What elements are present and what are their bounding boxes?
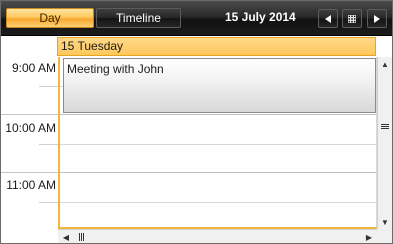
scroll-left-icon[interactable]: ◀ <box>60 230 72 243</box>
scroll-down-icon[interactable]: ▼ <box>378 215 392 229</box>
current-date-label: 15 July 2014 <box>225 10 296 24</box>
day-header[interactable]: 15 Tuesday <box>57 37 376 56</box>
slot-line <box>60 202 376 203</box>
vertical-scroll-thumb[interactable] <box>380 123 390 133</box>
calendar-grid-icon <box>348 14 356 23</box>
scheduler-view: Day Timeline 15 July 2014 15 Tuesday 9:0… <box>0 0 393 244</box>
scrollbar-corner <box>377 229 392 243</box>
calendar-button[interactable] <box>342 9 362 28</box>
horizontal-scroll-thumb[interactable] <box>75 232 87 242</box>
scheduler-toolbar: Day Timeline 15 July 2014 <box>1 1 392 36</box>
triangle-left-icon <box>325 14 331 23</box>
next-button[interactable] <box>367 9 387 28</box>
time-label-9am: 9:00 AM <box>11 61 56 75</box>
day-slots-area[interactable]: Meeting with John <box>58 57 377 229</box>
header-gutter <box>1 36 58 57</box>
appointment-subject: Meeting with John <box>67 62 164 76</box>
time-ruler: 9:00 AM 10:00 AM 11:00 AM <box>1 57 58 229</box>
scroll-up-icon[interactable]: ▲ <box>378 57 392 71</box>
bottom-gutter <box>1 229 58 243</box>
timeline-view-button[interactable]: Timeline <box>96 8 181 28</box>
scroll-right-icon[interactable]: ▶ <box>363 230 375 243</box>
slot-line <box>60 172 376 173</box>
day-view-button[interactable]: Day <box>6 8 94 28</box>
ruler-hour-line <box>1 172 58 173</box>
appointment[interactable]: Meeting with John <box>63 58 376 113</box>
previous-button[interactable] <box>318 9 338 28</box>
slot-line <box>60 144 376 145</box>
ruler-half-hour-line <box>39 202 58 203</box>
ruler-hour-line <box>1 114 58 115</box>
slot-line <box>60 114 376 115</box>
horizontal-scrollbar[interactable]: ◀ ▶ <box>58 229 377 243</box>
time-label-10am: 10:00 AM <box>5 121 56 135</box>
ruler-half-hour-line <box>39 86 58 87</box>
triangle-right-icon <box>374 14 380 23</box>
ruler-half-hour-line <box>39 144 58 145</box>
vertical-scrollbar[interactable]: ▲ ▼ <box>377 57 392 229</box>
time-label-11am: 11:00 AM <box>6 178 56 192</box>
